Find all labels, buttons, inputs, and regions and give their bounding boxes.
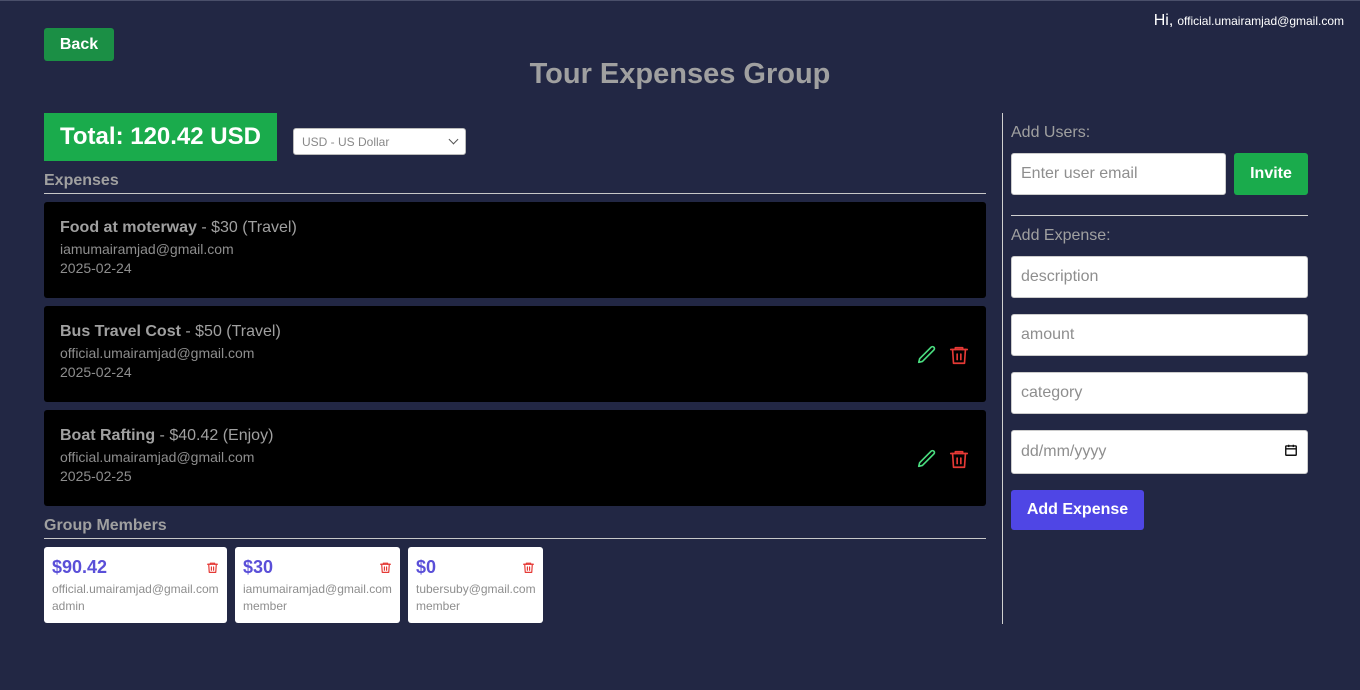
chevron-down-icon: [448, 134, 459, 145]
add-expense-button[interactable]: Add Expense: [1011, 490, 1144, 530]
remove-member-trash-icon[interactable]: [522, 561, 535, 574]
invite-button[interactable]: Invite: [1234, 153, 1308, 195]
date-placeholder: dd/mm/yyyy: [1021, 443, 1107, 460]
member-email: tubersuby@gmail.com: [416, 582, 536, 596]
expense-date: 2025-02-24: [60, 260, 132, 276]
remove-member-trash-icon[interactable]: [206, 561, 219, 574]
user-email: official.umairamjad@gmail.com: [1177, 14, 1344, 28]
expense-name: Bus Travel Cost: [60, 323, 181, 340]
expense-card: Bus Travel Cost - $50 (Travel) official.…: [44, 306, 986, 402]
edit-pencil-icon[interactable]: [916, 344, 938, 366]
member-email: official.umairamjad@gmail.com: [52, 582, 219, 596]
user-email-input[interactable]: Enter user email: [1011, 153, 1226, 195]
user-greeting: Hi, official.umairamjad@gmail.com: [1154, 12, 1344, 30]
member-card: $30 iamumairamjad@gmail.com member: [235, 547, 400, 623]
add-expense-label: Add Expense:: [1011, 227, 1111, 244]
expense-date: 2025-02-25: [60, 468, 132, 484]
greeting-text: Hi,: [1153, 12, 1174, 29]
currency-selected-value: USD - US Dollar: [302, 134, 390, 149]
member-role: member: [416, 599, 461, 613]
date-input[interactable]: dd/mm/yyyy: [1011, 430, 1308, 474]
member-role: member: [243, 599, 288, 613]
currency-select[interactable]: USD - US Dollar: [293, 128, 466, 155]
expense-name: Food at moterway: [60, 219, 197, 236]
member-balance: $90.42: [52, 557, 108, 577]
expense-detail: - $50 (Travel): [180, 323, 281, 340]
expense-detail: - $30 (Travel): [196, 219, 297, 236]
member-card: $0 tubersuby@gmail.com member: [408, 547, 543, 623]
member-role: admin: [52, 599, 85, 613]
expense-email: iamumairamjad@gmail.com: [60, 241, 234, 257]
calendar-icon[interactable]: [1284, 443, 1298, 462]
member-card: $90.42 official.umairamjad@gmail.com adm…: [44, 547, 227, 623]
total-amount: Total: 120.42 USD: [44, 113, 277, 161]
edit-pencil-icon[interactable]: [916, 448, 938, 470]
delete-trash-icon[interactable]: [948, 448, 970, 470]
expense-email: official.umairamjad@gmail.com: [60, 345, 255, 361]
expense-email: official.umairamjad@gmail.com: [60, 449, 255, 465]
delete-trash-icon[interactable]: [948, 344, 970, 366]
member-email: iamumairamjad@gmail.com: [243, 582, 392, 596]
sidebar-divider: [1002, 113, 1003, 624]
category-input[interactable]: category: [1011, 372, 1308, 414]
member-balance: $30: [243, 557, 274, 577]
expense-card: Boat Rafting - $40.42 (Enjoy) official.u…: [44, 410, 986, 506]
description-input[interactable]: description: [1011, 256, 1308, 298]
group-members-heading: Group Members: [44, 517, 986, 539]
expenses-heading: Expenses: [44, 172, 986, 194]
expense-name: Boat Rafting: [60, 427, 156, 444]
expense-date: 2025-02-24: [60, 364, 132, 380]
back-button[interactable]: Back: [44, 28, 114, 61]
sidebar-section-divider: [1011, 215, 1308, 216]
page-title: Tour Expenses Group: [529, 58, 831, 90]
expense-detail: - $40.42 (Enjoy): [155, 427, 274, 444]
expense-card: Food at moterway - $30 (Travel) iamumair…: [44, 202, 986, 298]
remove-member-trash-icon[interactable]: [379, 561, 392, 574]
amount-input[interactable]: amount: [1011, 314, 1308, 356]
member-balance: $0: [416, 557, 437, 577]
add-users-label: Add Users:: [1011, 124, 1091, 141]
